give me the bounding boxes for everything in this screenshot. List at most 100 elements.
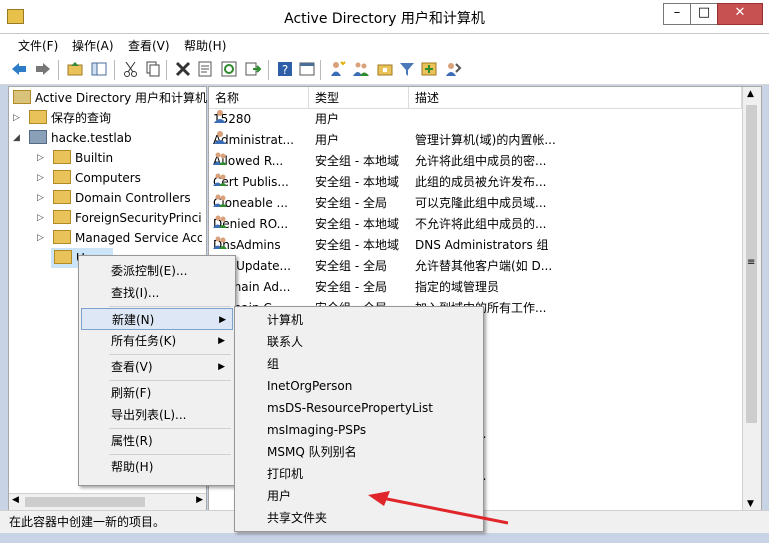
close-button[interactable]: ✕ — [717, 3, 763, 25]
menu-item-export-list[interactable]: 导出列表(L)... — [81, 404, 231, 426]
table-row[interactable]: Denied RO... 安全组 - 本地域 不允许将此组中成员的... — [209, 214, 741, 235]
group-icon — [213, 151, 227, 165]
cell-name: Cert Publis... — [213, 172, 309, 193]
expand-arrow-icon[interactable]: ▷ — [37, 168, 47, 188]
cell-type: 安全组 - 本地域 — [315, 238, 399, 252]
submenu-item-contact[interactable]: 联系人 — [237, 331, 481, 353]
help-icon[interactable]: ? — [276, 60, 294, 78]
folder-icon — [54, 250, 72, 264]
view-icon[interactable] — [298, 60, 316, 78]
copy-icon[interactable] — [144, 60, 162, 78]
menu-item-view[interactable]: 查看(V) ▶ — [81, 356, 231, 378]
tree-item-saved-queries[interactable]: ▷ 保存的查询 — [13, 108, 111, 128]
menu-item-refresh[interactable]: 刷新(F) — [81, 382, 231, 404]
column-header-name[interactable]: 名称 — [209, 87, 309, 109]
cell-type: 安全组 - 本地域 — [315, 175, 399, 189]
tree-label: Computers — [75, 171, 141, 185]
forward-arrow-icon[interactable] — [34, 60, 52, 78]
table-row[interactable]: Administrat... 用户 管理计算机(域)的内置帐... — [209, 130, 741, 151]
refresh-icon[interactable] — [220, 60, 238, 78]
delete-icon[interactable] — [174, 60, 192, 78]
tree-label: hacke.testlab — [51, 131, 132, 145]
column-header-desc[interactable]: 描述 — [409, 87, 742, 109]
group-icon — [213, 193, 227, 207]
table-row[interactable]: 15280 用户 — [209, 109, 741, 130]
column-header-type[interactable]: 类型 — [309, 87, 409, 109]
collapse-arrow-icon[interactable]: ◢ — [13, 128, 23, 148]
submenu-item-computer[interactable]: 计算机 — [237, 309, 481, 331]
table-row[interactable]: Domain Ad... 安全组 - 全局 指定的域管理员 — [209, 277, 741, 298]
tree-item-domain-controllers[interactable]: ▷ Domain Controllers — [37, 188, 191, 208]
add-to-group-icon[interactable] — [420, 60, 438, 78]
cell-desc: 可以克隆此组中成员域... — [415, 196, 547, 210]
tree-item-root[interactable]: Active Directory 用户和计算机 — [13, 88, 207, 108]
table-row[interactable]: Allowed R... 安全组 - 本地域 允许将此组中成员的密... — [209, 151, 741, 172]
scroll-up-icon[interactable]: ▲ — [747, 89, 754, 99]
table-row[interactable]: DnsUpdate... 安全组 - 全局 允许替其他客户端(如 D... — [209, 256, 741, 277]
cell-type: 安全组 - 全局 — [315, 259, 387, 273]
submenu-item-group[interactable]: 组 — [237, 353, 481, 375]
submenu-item-inetorgperson[interactable]: InetOrgPerson — [237, 375, 481, 397]
title-bar: Active Directory 用户和计算机 – □ ✕ — [0, 0, 769, 34]
menu-item-properties[interactable]: 属性(R) — [81, 430, 231, 452]
table-row[interactable]: Cloneable ... 安全组 - 全局 可以克隆此组中成员域... — [209, 193, 741, 214]
filter-icon[interactable] — [398, 60, 416, 78]
menu-action[interactable]: 操作(A) — [72, 37, 114, 54]
folder-icon — [29, 110, 47, 124]
up-folder-icon[interactable] — [66, 60, 84, 78]
expand-arrow-icon[interactable]: ▷ — [37, 188, 47, 208]
tree-item-managed-service[interactable]: ▷ Managed Service Acco — [37, 228, 202, 248]
cell-type: 安全组 - 全局 — [315, 280, 387, 294]
delegate-icon[interactable] — [444, 60, 462, 78]
cell-type: 安全组 - 本地域 — [315, 154, 399, 168]
group-icon — [213, 214, 227, 228]
tree-item-computers[interactable]: ▷ Computers — [37, 168, 141, 188]
scroll-thumb[interactable] — [25, 497, 145, 507]
menu-item-find[interactable]: 查找(I)... — [81, 282, 231, 304]
submenu-item-msimaging-psps[interactable]: msImaging-PSPs — [237, 419, 481, 441]
properties-icon[interactable] — [196, 60, 214, 78]
expand-arrow-icon[interactable]: ▷ — [37, 148, 47, 168]
menu-help[interactable]: 帮助(H) — [184, 37, 226, 54]
expand-arrow-icon[interactable]: ▷ — [37, 228, 47, 248]
expand-arrow-icon[interactable]: ▷ — [37, 208, 47, 228]
table-row[interactable]: DnsAdmins 安全组 - 本地域 DNS Administrators 组 — [209, 235, 741, 256]
table-row[interactable]: Cert Publis... 安全组 - 本地域 此组的成员被允许发布... — [209, 172, 741, 193]
folder-icon — [53, 210, 71, 224]
scroll-down-icon[interactable]: ▼ — [747, 499, 754, 509]
submenu-item-msmq-alias[interactable]: MSMQ 队列别名 — [237, 441, 481, 463]
menu-view[interactable]: 查看(V) — [128, 37, 170, 54]
toolbar: ? — [0, 56, 769, 85]
cell-type: 用户 — [315, 112, 340, 126]
menu-item-new[interactable]: 新建(N) ▶ — [81, 308, 233, 330]
group-icon — [213, 235, 227, 249]
tree-horizontal-scrollbar[interactable]: ◀ ▶ — [9, 493, 206, 511]
user-icon — [213, 130, 227, 144]
console-tree-icon[interactable] — [90, 60, 108, 78]
tree-item-builtin[interactable]: ▷ Builtin — [37, 148, 113, 168]
new-ou-icon[interactable] — [376, 60, 394, 78]
scroll-left-icon[interactable]: ◀ — [12, 495, 19, 505]
submenu-item-printer[interactable]: 打印机 — [237, 463, 481, 485]
list-vertical-scrollbar[interactable]: ▲ ≡ ▼ — [742, 87, 761, 511]
new-group-icon[interactable] — [352, 60, 370, 78]
minimize-button[interactable]: – — [663, 3, 691, 25]
tree-item-domain[interactable]: ◢ hacke.testlab — [13, 128, 132, 148]
scroll-right-icon[interactable]: ▶ — [196, 495, 203, 505]
new-user-icon[interactable] — [328, 60, 346, 78]
menu-item-help[interactable]: 帮助(H) — [81, 456, 231, 478]
menu-item-all-tasks[interactable]: 所有任务(K) ▶ — [81, 330, 231, 352]
submenu-item-resource-property-list[interactable]: msDS-ResourcePropertyList — [237, 397, 481, 419]
menu-file[interactable]: 文件(F) — [18, 37, 58, 54]
expand-arrow-icon[interactable]: ▷ — [13, 108, 23, 128]
maximize-button[interactable]: □ — [690, 3, 718, 25]
tree-label: Active Directory 用户和计算机 — [35, 91, 208, 105]
back-arrow-icon[interactable] — [10, 60, 28, 78]
menu-item-delegate[interactable]: 委派控制(E)... — [81, 260, 231, 282]
cell-name: Cloneable ... — [213, 193, 309, 214]
folder-icon — [53, 190, 71, 204]
cell-desc: DNS Administrators 组 — [415, 238, 549, 252]
tree-item-foreign-security[interactable]: ▷ ForeignSecurityPrincipa — [37, 208, 202, 228]
cut-icon[interactable] — [122, 60, 140, 78]
export-list-icon[interactable] — [244, 60, 262, 78]
